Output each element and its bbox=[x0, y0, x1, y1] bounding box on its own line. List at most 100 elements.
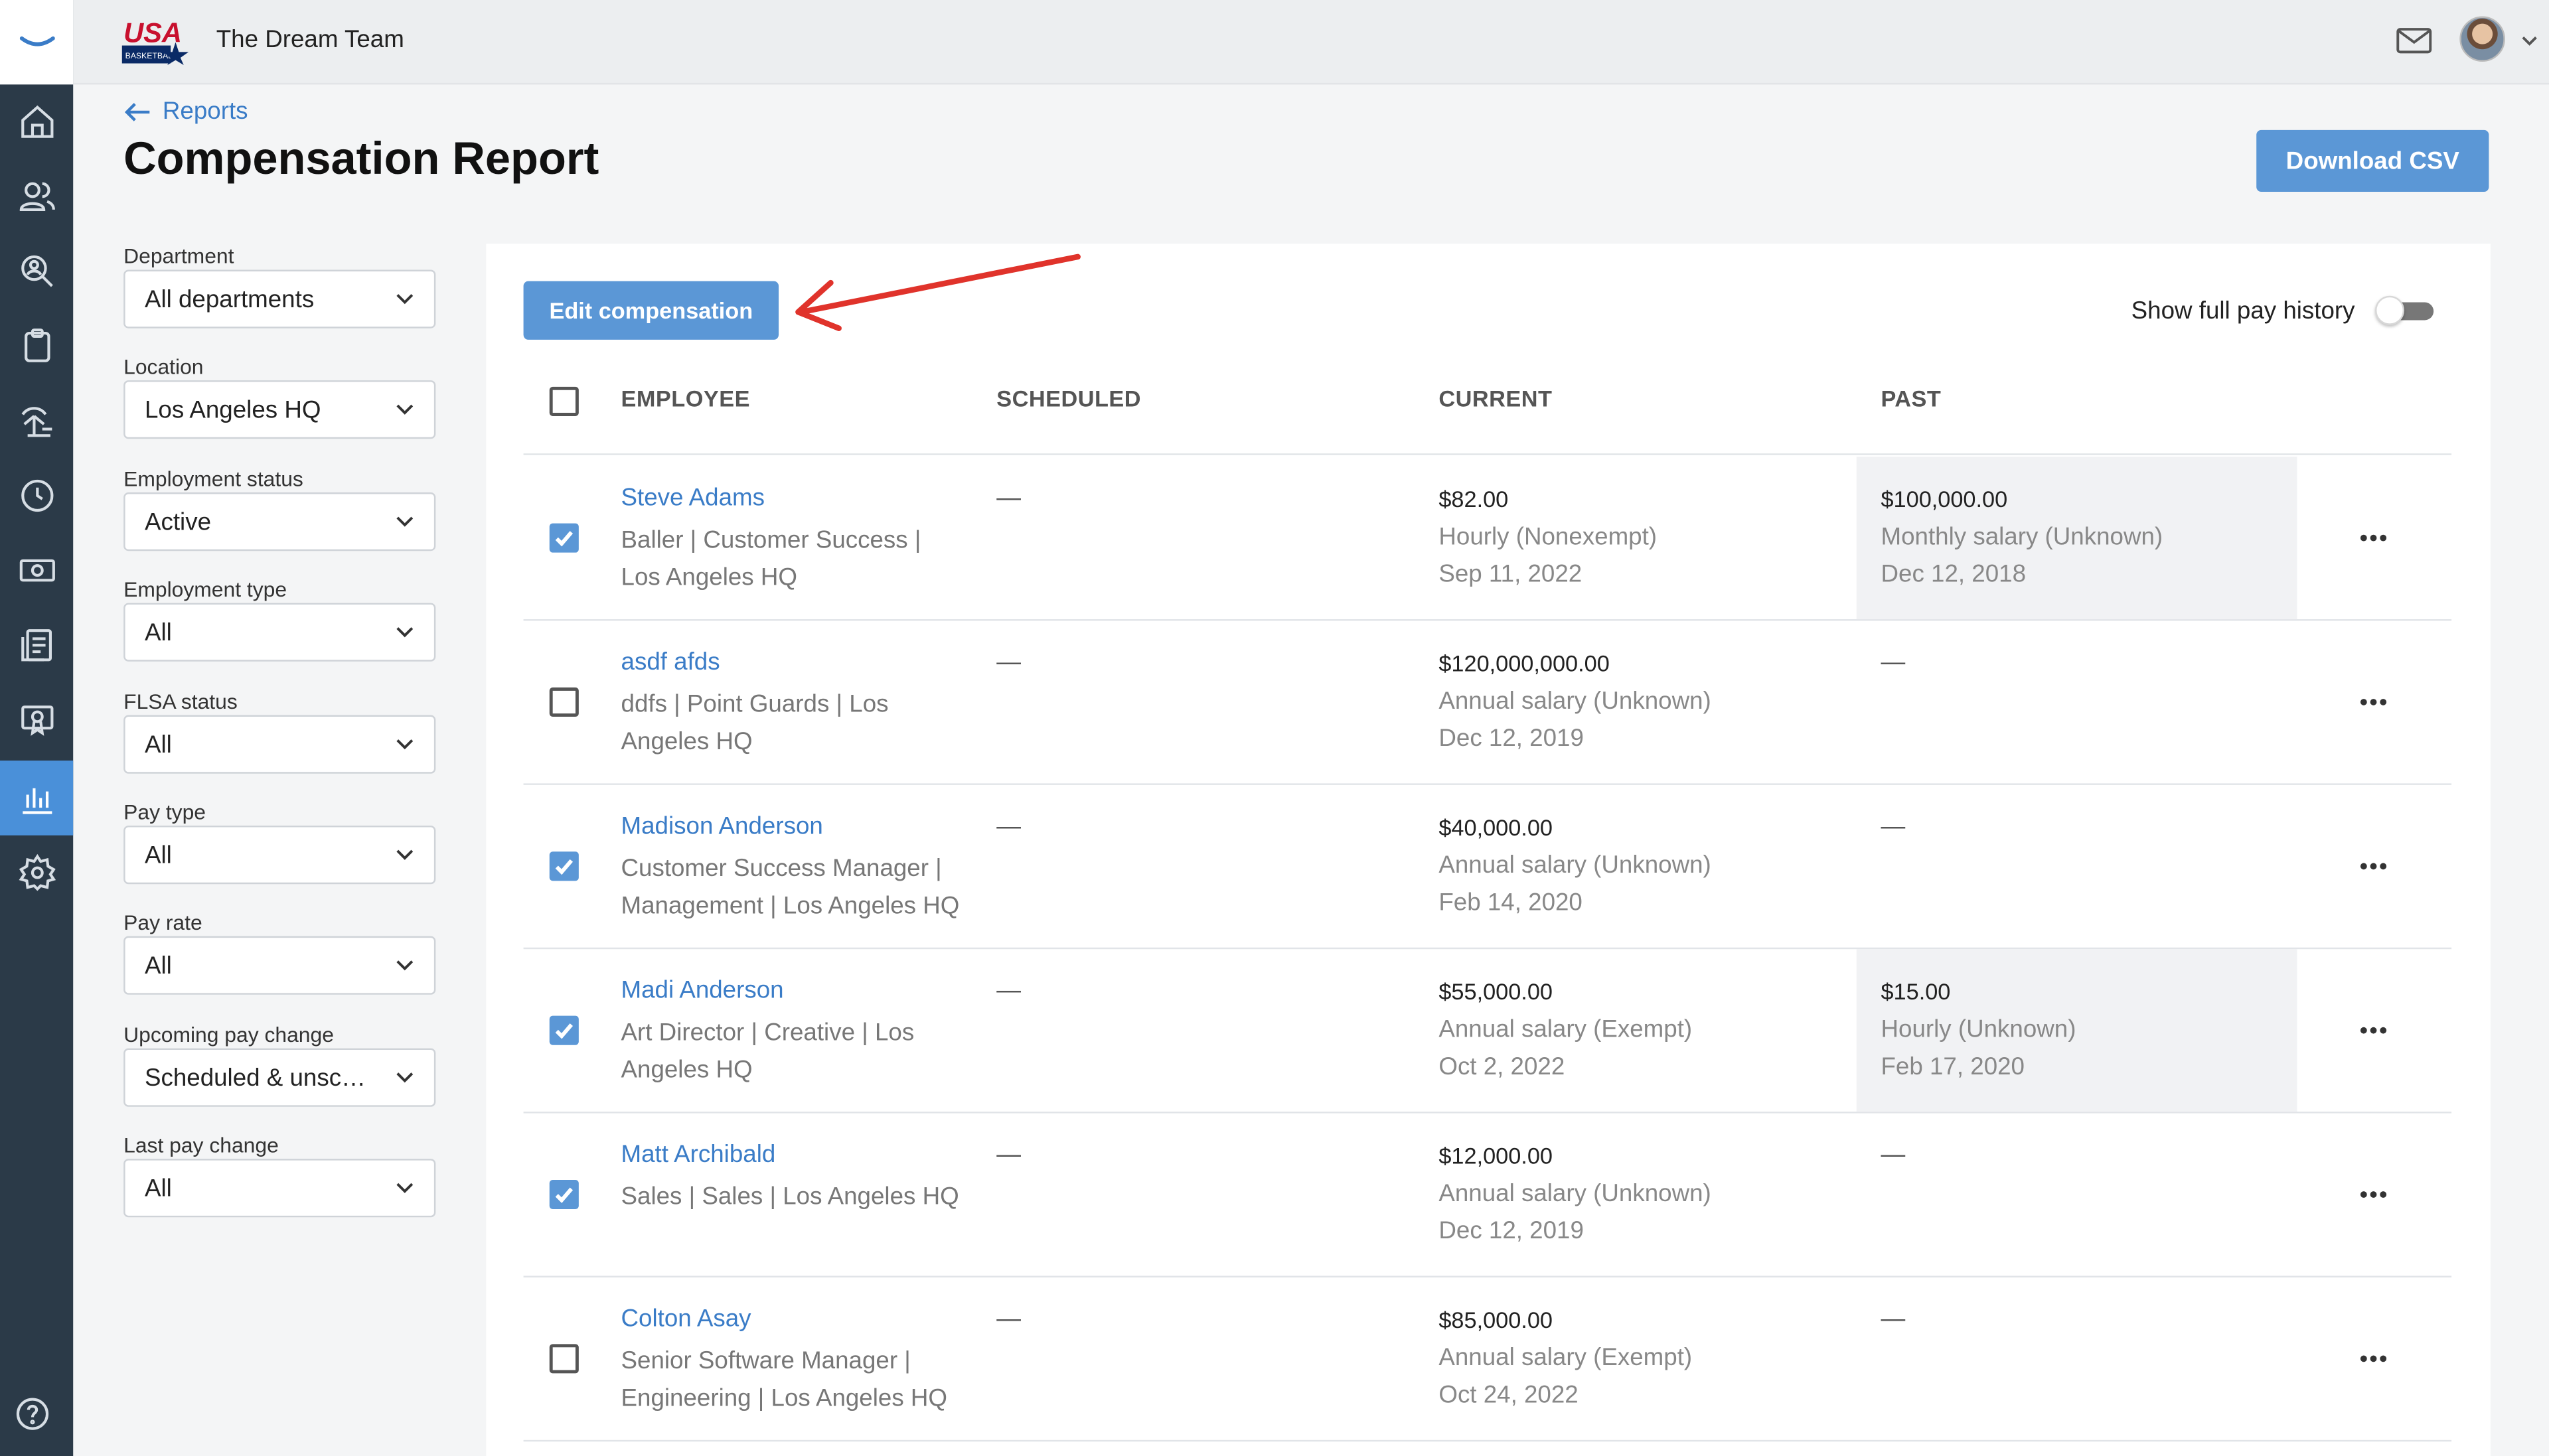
edit-compensation-button[interactable]: Edit compensation bbox=[523, 281, 779, 340]
filter-select[interactable]: All bbox=[123, 603, 436, 662]
scheduled-value: — bbox=[996, 976, 1021, 1005]
filter-select[interactable]: All departments bbox=[123, 269, 436, 328]
current-pay-type: Hourly (Nonexempt) bbox=[1438, 523, 1658, 551]
filter-select[interactable]: Scheduled & unscheduled bbox=[123, 1048, 436, 1107]
past-pay-type: Hourly (Unknown) bbox=[1881, 1015, 2076, 1044]
nav-people[interactable] bbox=[0, 159, 73, 234]
more-options-icon[interactable] bbox=[2357, 686, 2390, 718]
filter-select[interactable]: All bbox=[123, 826, 436, 885]
current-pay-type: Annual salary (Exempt) bbox=[1438, 1344, 1693, 1372]
header-employee[interactable]: EMPLOYEE bbox=[621, 385, 750, 411]
clipboard-icon bbox=[23, 328, 50, 362]
nav-training[interactable] bbox=[0, 683, 73, 758]
row-checkbox[interactable] bbox=[549, 851, 579, 881]
chevron-down-icon bbox=[396, 1072, 414, 1082]
header-scheduled[interactable]: SCHEDULED bbox=[996, 385, 1141, 411]
filter-select[interactable]: All bbox=[123, 714, 436, 773]
chevron-down-icon[interactable] bbox=[2520, 33, 2539, 48]
more-options-icon[interactable] bbox=[2357, 522, 2390, 554]
mail-icon[interactable] bbox=[2394, 23, 2433, 58]
current-pay-type: Annual salary (Unknown) bbox=[1438, 851, 1711, 879]
money-icon bbox=[19, 559, 54, 582]
table-row: Colton Asay Senior Software Manager | Eng… bbox=[523, 1277, 2452, 1442]
help-icon[interactable] bbox=[13, 1394, 49, 1430]
smile-logo-icon bbox=[19, 36, 54, 46]
nav-home[interactable] bbox=[0, 84, 73, 159]
employee-name-link[interactable]: Steve Adams bbox=[621, 484, 765, 512]
employee-details: Customer Success Manager | Management | … bbox=[621, 855, 960, 920]
search-person-icon bbox=[20, 255, 52, 287]
employee-name-link[interactable]: Matt Archibald bbox=[621, 1141, 776, 1169]
header-current[interactable]: CURRENT bbox=[1438, 385, 1552, 411]
employee-name-link[interactable]: asdf afds bbox=[621, 648, 720, 676]
show-full-pay-history-toggle[interactable] bbox=[2374, 295, 2434, 325]
filter-employment-status: Employment status Active bbox=[123, 466, 436, 551]
filter-flsa-status: FLSA status All bbox=[123, 688, 436, 773]
past-effective-date: Dec 12, 2018 bbox=[1881, 560, 2027, 589]
nav-settings[interactable] bbox=[0, 836, 73, 910]
more-options-icon[interactable] bbox=[2357, 850, 2390, 883]
chevron-down-icon bbox=[396, 405, 414, 415]
past-value: — bbox=[1881, 1305, 1906, 1333]
row-checkbox[interactable] bbox=[549, 1344, 579, 1374]
show-full-pay-history-label: Show full pay history bbox=[2131, 297, 2355, 325]
row-checkbox[interactable] bbox=[549, 1015, 579, 1045]
filter-value: All bbox=[144, 731, 172, 759]
annotation-arrow bbox=[795, 254, 1081, 331]
employee-name-link[interactable]: Madison Anderson bbox=[621, 813, 823, 841]
header-past[interactable]: PAST bbox=[1881, 385, 1941, 411]
chevron-down-icon bbox=[396, 516, 414, 527]
nav-documents[interactable] bbox=[0, 608, 73, 683]
filter-label: Upcoming pay change bbox=[123, 1021, 334, 1047]
nav-time[interactable] bbox=[0, 459, 73, 534]
filter-select[interactable]: Active bbox=[123, 492, 436, 551]
nav-hiring[interactable] bbox=[0, 234, 73, 309]
nav-payroll[interactable] bbox=[0, 533, 73, 608]
back-link-label: Reports bbox=[162, 97, 248, 125]
filter-value: All departments bbox=[144, 286, 315, 314]
row-checkbox[interactable] bbox=[549, 687, 579, 717]
scheduled-value: — bbox=[996, 812, 1021, 841]
filter-label: Last pay change bbox=[123, 1133, 279, 1158]
back-to-reports-link[interactable]: Reports bbox=[123, 98, 248, 125]
current-amount: $12,000.00 bbox=[1438, 1142, 1553, 1169]
more-options-icon[interactable] bbox=[2357, 1014, 2390, 1047]
table-row: Steve Adams Baller | Customer Success | L… bbox=[523, 457, 2452, 621]
filter-upcoming-pay-change: Upcoming pay change Scheduled & unschedul… bbox=[123, 1021, 436, 1107]
row-checkbox[interactable] bbox=[549, 1179, 579, 1210]
home-icon bbox=[20, 105, 53, 138]
filter-label: FLSA status bbox=[123, 688, 238, 713]
nav-time-off[interactable] bbox=[0, 384, 73, 459]
time-off-icon bbox=[21, 407, 52, 437]
documents-icon bbox=[20, 629, 51, 662]
filter-department: Department All departments bbox=[123, 244, 436, 328]
app-logo[interactable] bbox=[0, 0, 74, 85]
user-avatar[interactable] bbox=[2459, 16, 2505, 62]
more-options-icon[interactable] bbox=[2357, 1343, 2390, 1375]
past-value: — bbox=[1881, 1141, 1906, 1169]
select-all-checkbox[interactable] bbox=[549, 386, 579, 416]
filter-select[interactable]: All bbox=[123, 1159, 436, 1218]
current-effective-date: Oct 24, 2022 bbox=[1438, 1381, 1579, 1410]
past-effective-date: Feb 17, 2020 bbox=[1881, 1053, 2025, 1081]
nav-reports[interactable] bbox=[0, 761, 74, 836]
employee-name-link[interactable]: Colton Asay bbox=[621, 1305, 751, 1333]
more-options-icon[interactable] bbox=[2357, 1179, 2390, 1211]
chevron-down-icon bbox=[396, 961, 414, 972]
filter-last-pay-change: Last pay change All bbox=[123, 1133, 436, 1218]
filter-select[interactable]: All bbox=[123, 936, 436, 995]
row-checkbox[interactable] bbox=[549, 523, 579, 553]
employee-name-link[interactable]: Madi Anderson bbox=[621, 977, 784, 1005]
chevron-down-icon bbox=[396, 849, 414, 860]
filter-value: Los Angeles HQ bbox=[144, 397, 321, 425]
employee-details: ddfs | Point Guards | Los Angeles HQ bbox=[621, 690, 889, 756]
filter-select[interactable]: Los Angeles HQ bbox=[123, 381, 436, 440]
filter-value: Scheduled & unscheduled bbox=[144, 1064, 428, 1092]
past-pay-type: Monthly salary (Unknown) bbox=[1881, 523, 2163, 551]
arrow-left-icon bbox=[124, 102, 150, 121]
download-csv-button[interactable]: Download CSV bbox=[2256, 129, 2489, 192]
nav-onboarding[interactable] bbox=[0, 309, 73, 384]
filter-value: Active bbox=[144, 508, 212, 536]
left-nav-rail bbox=[0, 0, 74, 1456]
current-pay-type: Annual salary (Unknown) bbox=[1438, 687, 1711, 715]
